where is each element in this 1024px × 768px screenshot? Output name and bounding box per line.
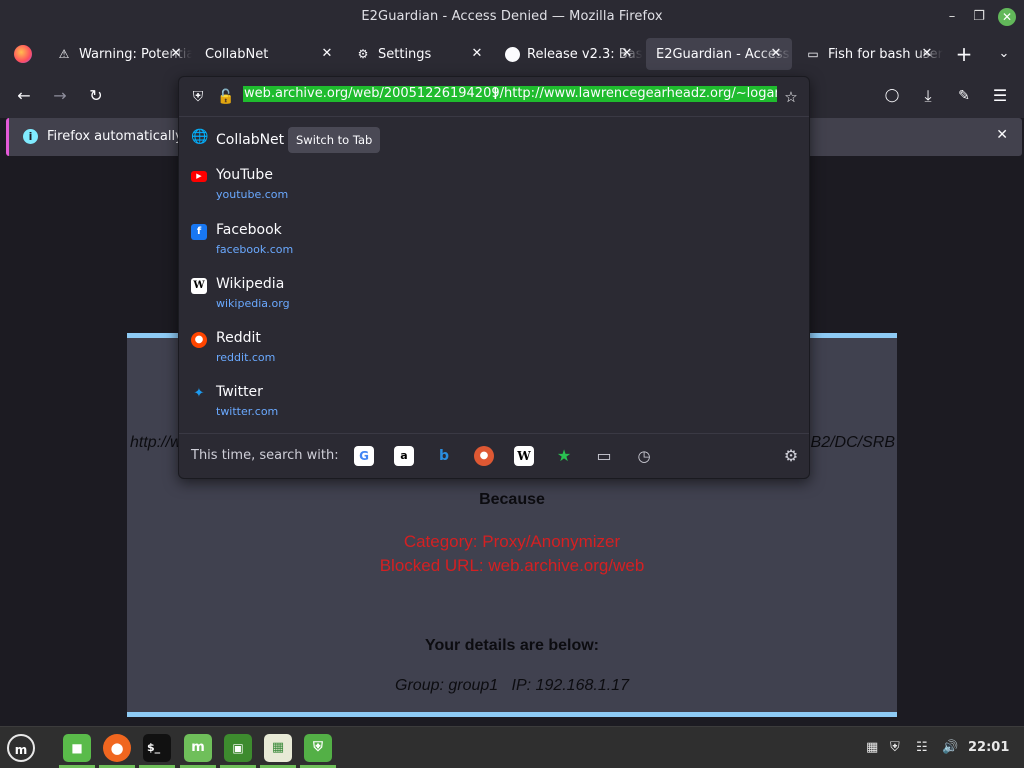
system-monitor-icon[interactable]: ▣ [224, 734, 252, 762]
globe-icon: 🌐 [191, 129, 209, 145]
tab-collabnet[interactable]: CollabNet ✕ [195, 38, 343, 70]
tab-e2guardian[interactable]: E2Guardian - Access Denied ✕ [646, 38, 792, 70]
minimize-icon[interactable]: – [943, 8, 961, 26]
suggestion-name: CollabNet [216, 132, 285, 148]
terminal-icon[interactable]: $_ [143, 734, 171, 762]
urlbar-dropdown: ⛨ 🔓 web.archive.org/web/20051226194209/h… [178, 76, 810, 479]
firefox-taskbar-icon[interactable]: ● [103, 734, 131, 762]
suggestion-url: reddit.com [216, 351, 276, 364]
suggestion-url: wikipedia.org [216, 297, 290, 310]
suggestion-url: facebook.com [216, 243, 294, 256]
window-titlebar: E2Guardian - Access Denied — Mozilla Fir… [0, 0, 1024, 34]
maximize-icon[interactable]: ❐ [970, 8, 988, 26]
network-tray-icon[interactable]: ☷ [916, 737, 928, 759]
close-window-button[interactable]: ✕ [998, 8, 1016, 26]
search-settings-gear-icon[interactable]: ⚙ [781, 446, 801, 466]
clock[interactable]: 22:01 [968, 737, 1009, 759]
notification-message: Firefox automatically s [47, 129, 194, 144]
suggestion-wikipedia[interactable]: W Wikipedia wikipedia.org [179, 270, 809, 322]
suggestion-name: Twitter [216, 384, 263, 400]
category-text: Category: Proxy/Anonymizer [403, 532, 621, 551]
downloads-icon[interactable]: ⤓ [916, 84, 940, 108]
taskbar: m ■ ● $_ m ▣ ▦ ⛨ ▦ ⛨ ☷ 🔊 22:01 [0, 726, 1024, 768]
switch-to-tab-button[interactable]: Switch to Tab [288, 127, 381, 153]
suggestion-facebook[interactable]: f Facebook facebook.com [179, 216, 809, 268]
close-tab-icon[interactable]: ✕ [919, 46, 935, 62]
amazon-icon[interactable]: a [394, 446, 414, 466]
firefox-menu-button[interactable] [4, 38, 44, 70]
menu-icon[interactable]: ☰ [988, 84, 1012, 108]
tab-release[interactable]: Release v2.3: Bash ✕ [495, 38, 643, 70]
files-icon[interactable]: ■ [63, 734, 91, 762]
tracking-shield-icon[interactable]: ⛨ [188, 87, 208, 107]
github-icon [505, 46, 520, 62]
back-button[interactable]: ← [12, 84, 36, 108]
forward-button[interactable]: → [48, 84, 72, 108]
search-with-label: This time, search with: [191, 448, 339, 463]
reload-button[interactable]: ↻ [84, 84, 108, 108]
tabs-icon[interactable]: ▭ [594, 446, 614, 466]
window-title: E2Guardian - Access Denied — Mozilla Fir… [361, 9, 663, 24]
bookmarks-icon[interactable]: ★ [554, 446, 574, 466]
gear-icon: ⚙ [357, 47, 369, 61]
suggestion-name: Wikipedia [216, 276, 285, 292]
bing-icon[interactable]: b [434, 446, 454, 466]
suggestion-twitter[interactable]: ✦ Twitter twitter.com [179, 378, 809, 430]
mint-menu-icon[interactable]: m [7, 734, 35, 762]
close-tab-icon[interactable]: ✕ [469, 46, 485, 62]
url-text: web.archive.org/web/20051226194209/http:… [243, 86, 777, 102]
volume-tray-icon[interactable]: 🔊 [942, 737, 958, 759]
close-tab-icon[interactable]: ✕ [168, 46, 184, 62]
reddit-icon: ● [191, 332, 207, 348]
firefox-icon [14, 45, 32, 63]
google-icon[interactable]: G [354, 446, 374, 466]
close-tab-icon[interactable]: ✕ [319, 46, 335, 62]
details-text: Group: group1 IP: 192.168.1.17 [395, 677, 629, 694]
history-icon[interactable]: ◷ [634, 446, 654, 466]
insecure-lock-icon[interactable]: 🔓 [216, 87, 236, 107]
text-cursor-icon: I [493, 84, 498, 103]
new-tab-button[interactable]: + [952, 42, 976, 66]
shield-app-icon[interactable]: ⛨ [304, 734, 332, 762]
tab-strip: ⚠ Warning: Potential Security Risk Ahead… [0, 34, 1024, 74]
suggestion-name: YouTube [216, 167, 273, 183]
shield-tray-icon[interactable]: ⛨ [890, 737, 900, 759]
suggestion-name: Facebook [216, 222, 282, 238]
tab-warning[interactable]: ⚠ Warning: Potential Security Risk Ahead… [46, 38, 192, 70]
warning-icon: ⚠ [58, 47, 70, 61]
spreadsheet-icon[interactable]: ▦ [264, 734, 292, 762]
details-heading: Your details are below: [425, 637, 599, 654]
bookmark-star-icon[interactable]: ☆ [781, 87, 801, 107]
close-tab-icon[interactable]: ✕ [768, 46, 784, 62]
youtube-icon: ▶ [191, 171, 207, 182]
url-input[interactable]: web.archive.org/web/20051226194209/http:… [243, 86, 777, 108]
wikipedia-icon: W [191, 278, 207, 294]
tab-settings[interactable]: ⚙ Settings ✕ [345, 38, 493, 70]
extensions-icon[interactable]: ✎ [952, 84, 976, 108]
close-notification-icon[interactable]: ✕ [996, 127, 1008, 143]
close-tab-icon[interactable]: ✕ [619, 46, 635, 62]
mint-update-icon[interactable]: m [184, 734, 212, 762]
facebook-icon: f [191, 224, 207, 240]
wikipedia-engine-icon[interactable]: W [514, 446, 534, 466]
suggestion-url: youtube.com [216, 188, 289, 201]
suggestion-youtube[interactable]: ▶ YouTube youtube.com [179, 161, 809, 213]
list-all-tabs-icon[interactable]: ⌄ [992, 42, 1016, 66]
suggestion-reddit[interactable]: ● Reddit reddit.com [179, 324, 809, 376]
blocked-url-right: B2/DC/SRB [810, 434, 895, 451]
tab-fish[interactable]: ▭ Fish for bash users ✕ [795, 38, 943, 70]
one-off-search-bar: This time, search with: G a b ● W ★ ▭ ◷ … [179, 433, 809, 479]
blocked-url-text: Blocked URL: web.archive.org/web [379, 556, 645, 575]
pocket-icon[interactable]: ◯ [880, 84, 904, 108]
because-heading: Because [479, 491, 545, 508]
info-icon: i [23, 129, 38, 144]
suggestion-name: Reddit [216, 330, 261, 346]
duckduckgo-icon[interactable]: ● [474, 446, 494, 466]
page-icon: ▭ [807, 47, 819, 61]
clipboard-tray-icon[interactable]: ▦ [866, 737, 878, 759]
suggestion-url: twitter.com [216, 405, 279, 418]
twitter-icon: ✦ [193, 386, 205, 401]
